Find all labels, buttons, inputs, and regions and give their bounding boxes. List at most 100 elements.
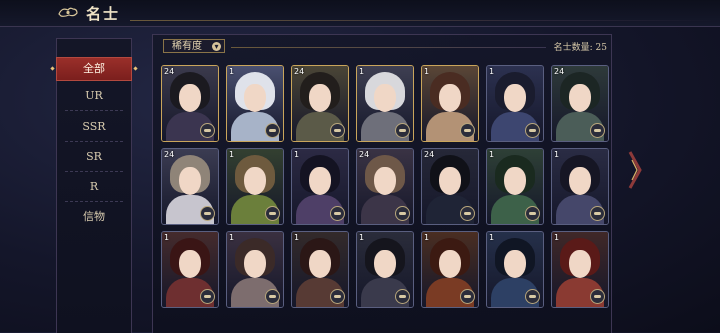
- portrait-tag-icon: [265, 206, 280, 221]
- character-card[interactable]: 1: [486, 148, 544, 225]
- character-face: [244, 250, 266, 278]
- portrait-tag-icon: [265, 123, 280, 138]
- portrait-tag-icon: [590, 289, 605, 304]
- character-face: [179, 167, 201, 195]
- character-face: [244, 167, 266, 195]
- character-card[interactable]: 1: [551, 231, 609, 308]
- level-badge: 1: [554, 233, 560, 242]
- character-face: [569, 250, 591, 278]
- portrait-tag-icon: [395, 206, 410, 221]
- level-badge: 24: [164, 67, 175, 76]
- divider: [65, 141, 123, 142]
- character-face: [504, 84, 526, 112]
- character-face: [309, 84, 331, 112]
- character-face: [179, 250, 201, 278]
- portrait-tag-icon: [330, 289, 345, 304]
- portrait-tag-icon: [200, 206, 215, 221]
- character-card[interactable]: 24: [291, 65, 349, 142]
- filter-all[interactable]: 全部: [56, 57, 132, 81]
- character-card[interactable]: 1: [226, 65, 284, 142]
- filter-ssr[interactable]: SSR: [57, 116, 131, 138]
- cloud-emblem-icon: [58, 7, 78, 17]
- next-page-arrow-icon[interactable]: [628, 150, 642, 190]
- level-badge: 24: [359, 150, 370, 159]
- character-card[interactable]: 1: [551, 148, 609, 225]
- level-badge: 1: [229, 150, 235, 159]
- level-badge: 24: [554, 67, 565, 76]
- level-badge: 1: [164, 233, 170, 242]
- character-card[interactable]: 1: [161, 231, 219, 308]
- character-face: [374, 250, 396, 278]
- character-face: [374, 84, 396, 112]
- level-badge: 1: [229, 67, 235, 76]
- character-card[interactable]: 24: [161, 65, 219, 142]
- level-badge: 1: [359, 67, 365, 76]
- character-face: [309, 167, 331, 195]
- character-card[interactable]: 1: [356, 231, 414, 308]
- divider: [65, 110, 123, 111]
- portrait-tag-icon: [200, 123, 215, 138]
- portrait-tag-icon: [200, 289, 215, 304]
- level-badge: 1: [359, 233, 365, 242]
- character-face: [439, 250, 461, 278]
- portrait-tag-icon: [265, 289, 280, 304]
- character-card[interactable]: 1: [486, 231, 544, 308]
- character-face: [439, 84, 461, 112]
- portrait-tag-icon: [525, 289, 540, 304]
- character-card[interactable]: 24: [421, 148, 479, 225]
- top-bar: 名士: [0, 0, 720, 27]
- portrait-tag-icon: [590, 206, 605, 221]
- level-badge: 1: [229, 233, 235, 242]
- character-face: [374, 167, 396, 195]
- character-face: [439, 167, 461, 195]
- title-divider: [130, 20, 720, 21]
- character-card[interactable]: 24: [356, 148, 414, 225]
- level-badge: 1: [294, 150, 300, 159]
- portrait-tag-icon: [525, 206, 540, 221]
- portrait-tag-icon: [590, 123, 605, 138]
- portrait-tag-icon: [330, 123, 345, 138]
- level-badge: 1: [424, 233, 430, 242]
- page-title: 名士: [86, 5, 121, 23]
- sort-rarity-button[interactable]: 稀有度 ▾: [163, 39, 225, 53]
- character-face: [244, 84, 266, 112]
- character-face: [569, 167, 591, 195]
- level-badge: 1: [424, 67, 430, 76]
- sort-label: 稀有度: [172, 41, 202, 52]
- character-face: [179, 84, 201, 112]
- portrait-tag-icon: [395, 123, 410, 138]
- portrait-tag-icon: [395, 289, 410, 304]
- character-face: [504, 250, 526, 278]
- character-card[interactable]: 24: [551, 65, 609, 142]
- character-panel: 稀有度 ▾ 名士数量: 25 24 1 24 1 1 1 24 24 1 1 24 24 1 1 1 1 1 1 1…: [152, 34, 612, 333]
- character-face: [504, 167, 526, 195]
- filter-token[interactable]: 信物: [57, 206, 131, 228]
- divider: [65, 171, 123, 172]
- filter-sr[interactable]: SR: [57, 146, 131, 168]
- portrait-tag-icon: [460, 289, 475, 304]
- character-card[interactable]: 1: [421, 231, 479, 308]
- filter-ur[interactable]: UR: [57, 85, 131, 107]
- chevron-down-icon: ▾: [212, 42, 221, 51]
- level-badge: 24: [164, 150, 175, 159]
- character-card[interactable]: 1: [291, 148, 349, 225]
- portrait-tag-icon: [525, 123, 540, 138]
- character-card[interactable]: 1: [486, 65, 544, 142]
- level-badge: 24: [424, 150, 435, 159]
- character-card[interactable]: 1: [291, 231, 349, 308]
- level-badge: 1: [489, 233, 495, 242]
- character-card[interactable]: 24: [161, 148, 219, 225]
- portrait-tag-icon: [330, 206, 345, 221]
- level-badge: 24: [294, 67, 305, 76]
- filter-r[interactable]: R: [57, 176, 131, 198]
- level-badge: 1: [489, 150, 495, 159]
- level-badge: 1: [489, 67, 495, 76]
- character-card[interactable]: 1: [226, 148, 284, 225]
- portrait-tag-icon: [460, 123, 475, 138]
- character-card[interactable]: 1: [421, 65, 479, 142]
- character-card[interactable]: 1: [356, 65, 414, 142]
- level-badge: 1: [294, 233, 300, 242]
- portrait-tag-icon: [460, 206, 475, 221]
- character-card[interactable]: 1: [226, 231, 284, 308]
- character-count: 名士数量: 25: [553, 43, 607, 53]
